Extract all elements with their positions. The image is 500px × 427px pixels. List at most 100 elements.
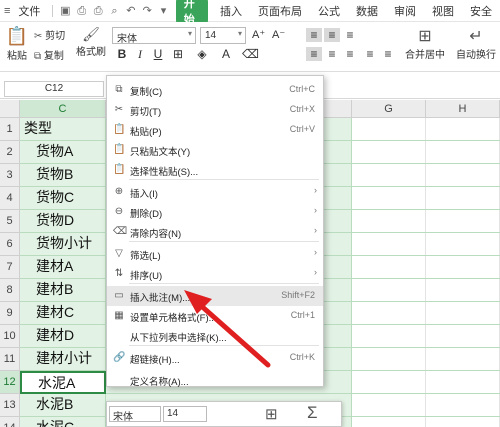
context-menu-item[interactable]: ▦ 设置单元格格式(F)... Ctrl+1 — [107, 306, 323, 326]
save-icon[interactable]: ▣ — [60, 4, 70, 18]
context-menu-item[interactable]: ⌫ 清除内容(N) › — [107, 222, 323, 242]
context-menu-item[interactable]: 📋 选择性粘贴(S)... — [107, 160, 323, 180]
cell-c3[interactable]: 货物B — [20, 164, 106, 187]
mini-font-size-select[interactable]: 14 — [163, 406, 207, 422]
cell-c6[interactable]: 货物小计 — [20, 233, 106, 256]
row-header-14[interactable]: 14 — [0, 417, 20, 427]
underline-icon[interactable]: U — [150, 47, 166, 61]
print-icon[interactable]: ⎙ — [93, 4, 103, 18]
fill-color-icon[interactable]: ◈ — [194, 47, 210, 61]
tab-page-layout[interactable]: 页面布局 — [250, 3, 310, 19]
context-menu-item[interactable]: ▭ 插入批注(M)... Shift+F2 — [107, 286, 323, 306]
context-menu-item[interactable]: 从下拉列表中选择(K)... — [107, 326, 323, 346]
align-top-icon[interactable]: ≡ — [306, 28, 322, 42]
cell-c5[interactable]: 货物D — [20, 210, 106, 233]
undo-icon[interactable]: ↶ — [126, 4, 136, 18]
column-h-cells[interactable] — [426, 118, 500, 427]
italic-icon[interactable]: I — [132, 47, 148, 62]
grow-font-icon[interactable]: A⁺ — [252, 28, 265, 41]
justify-icon[interactable]: ≡ — [362, 47, 378, 61]
context-menu-item[interactable]: ▽ 筛选(L) › — [107, 244, 323, 264]
wrap-text-button[interactable]: ↵ 自动换行 — [455, 26, 497, 61]
shrink-font-icon[interactable]: A⁻ — [272, 28, 285, 41]
bold-icon[interactable]: B — [114, 47, 130, 61]
menu-item-label: 插入(I) — [130, 189, 158, 200]
row-header-5[interactable]: 5 — [0, 210, 20, 233]
distribute-icon[interactable]: ≡ — [380, 47, 396, 61]
context-menu-item[interactable]: 定义名称(A)... — [107, 370, 323, 390]
cell-c4[interactable]: 货物C — [20, 187, 106, 210]
cell-c8[interactable]: 建材B — [20, 279, 106, 302]
file-menu[interactable]: 文件 — [10, 3, 48, 19]
column-header-h[interactable]: H — [426, 100, 500, 118]
cell-c1[interactable]: 类型 — [20, 118, 106, 141]
cell-c11[interactable]: 建材小计 — [20, 348, 106, 371]
mini-toolbar: 宋体 14 ⊞ Σ — [106, 401, 342, 427]
mini-font-name-select[interactable]: 宋体 — [109, 406, 161, 423]
tab-data[interactable]: 数据 — [348, 3, 386, 19]
tab-view[interactable]: 视图 — [424, 3, 462, 19]
row-header-8[interactable]: 8 — [0, 279, 20, 302]
cell-c7[interactable]: 建材A — [20, 256, 106, 279]
context-menu-item[interactable]: ⊕ 插入(I) › — [107, 182, 323, 202]
align-center-icon[interactable]: ≡ — [324, 47, 340, 61]
row-header-13[interactable]: 13 — [0, 394, 20, 417]
print-preview-icon[interactable]: ⌕ — [109, 4, 119, 18]
border-icon[interactable]: ⊞ — [170, 47, 186, 61]
name-box[interactable]: C12 — [4, 81, 104, 97]
align-left-icon[interactable]: ≡ — [306, 47, 322, 61]
row-header-10[interactable]: 10 — [0, 325, 20, 348]
cell-c9[interactable]: 建材C — [20, 302, 106, 325]
cell-c14[interactable]: 水泥C — [20, 417, 106, 427]
cell-c2[interactable]: 货物A — [20, 141, 106, 164]
context-menu-item[interactable]: 🔗 超链接(H)... Ctrl+K — [107, 348, 323, 368]
clear-format-icon[interactable]: ⌫ — [242, 47, 259, 61]
align-middle-icon[interactable]: ≡ — [324, 28, 340, 42]
column-header-f[interactable] — [324, 100, 352, 118]
font-size-select[interactable]: 14 ▾ — [200, 27, 246, 44]
context-menu-item[interactable]: 📋 只粘贴文本(Y) — [107, 140, 323, 160]
row-header-1[interactable]: 1 — [0, 118, 20, 141]
tab-review[interactable]: 审阅 — [386, 3, 424, 19]
redo-icon[interactable]: ↷ — [142, 4, 152, 18]
row-header-2[interactable]: 2 — [0, 141, 20, 164]
align-right-icon[interactable]: ≡ — [342, 47, 358, 61]
paste-icon: 📋 — [113, 124, 126, 135]
font-name-select[interactable]: 宋体 ▾ — [112, 27, 196, 45]
font-color-icon[interactable]: A — [218, 47, 234, 61]
row-header-3[interactable]: 3 — [0, 164, 20, 187]
export-pdf-icon[interactable]: ⎙ — [77, 4, 87, 18]
tab-insert[interactable]: 插入 — [212, 3, 250, 19]
select-all-corner[interactable] — [0, 100, 20, 118]
column-g-cells[interactable] — [352, 118, 426, 427]
row-header-12[interactable]: 12 — [0, 371, 20, 394]
column-header-c[interactable]: C — [20, 100, 106, 118]
context-menu-item[interactable]: 📋 粘贴(P) Ctrl+V — [107, 120, 323, 140]
row-header-11[interactable]: 11 — [0, 348, 20, 371]
merge-cells-icon[interactable]: ⊞ — [265, 405, 278, 423]
context-menu-item[interactable]: ⧉ 复制(C) Ctrl+C — [107, 80, 323, 100]
context-menu-item[interactable]: ✂ 剪切(T) Ctrl+X — [107, 100, 323, 120]
column-header-g[interactable]: G — [352, 100, 426, 118]
row-header-9[interactable]: 9 — [0, 302, 20, 325]
align-bottom-icon[interactable]: ≡ — [342, 28, 358, 42]
context-menu-item[interactable]: ⊖ 删除(D) › — [107, 202, 323, 222]
tab-formulas[interactable]: 公式 — [310, 3, 348, 19]
tab-security[interactable]: 安全 — [462, 3, 500, 19]
paste-button[interactable]: 📋 粘贴 — [4, 26, 30, 62]
cell-c10[interactable]: 建材D — [20, 325, 106, 348]
format-painter-button[interactable]: 🖌 格式刷 — [76, 26, 106, 58]
cut-button[interactable]: ✂ 剪切 — [34, 27, 65, 42]
active-cell[interactable]: 水泥A — [20, 371, 106, 394]
merge-center-button[interactable]: ⊞ 合并居中 — [404, 26, 446, 61]
dropdown-icon[interactable]: ▾ — [158, 4, 168, 18]
row-header-7[interactable]: 7 — [0, 256, 20, 279]
autosum-icon[interactable]: Σ — [307, 403, 318, 423]
cell-c13[interactable]: 水泥B — [20, 394, 106, 417]
row-header-4[interactable]: 4 — [0, 187, 20, 210]
cut-label: 剪切 — [45, 31, 66, 42]
context-menu-item[interactable]: ⇅ 排序(U) › — [107, 264, 323, 284]
menu-item-label: 复制(C) — [130, 87, 163, 98]
copy-button[interactable]: ⧉ 复制 — [34, 47, 64, 62]
row-header-6[interactable]: 6 — [0, 233, 20, 256]
